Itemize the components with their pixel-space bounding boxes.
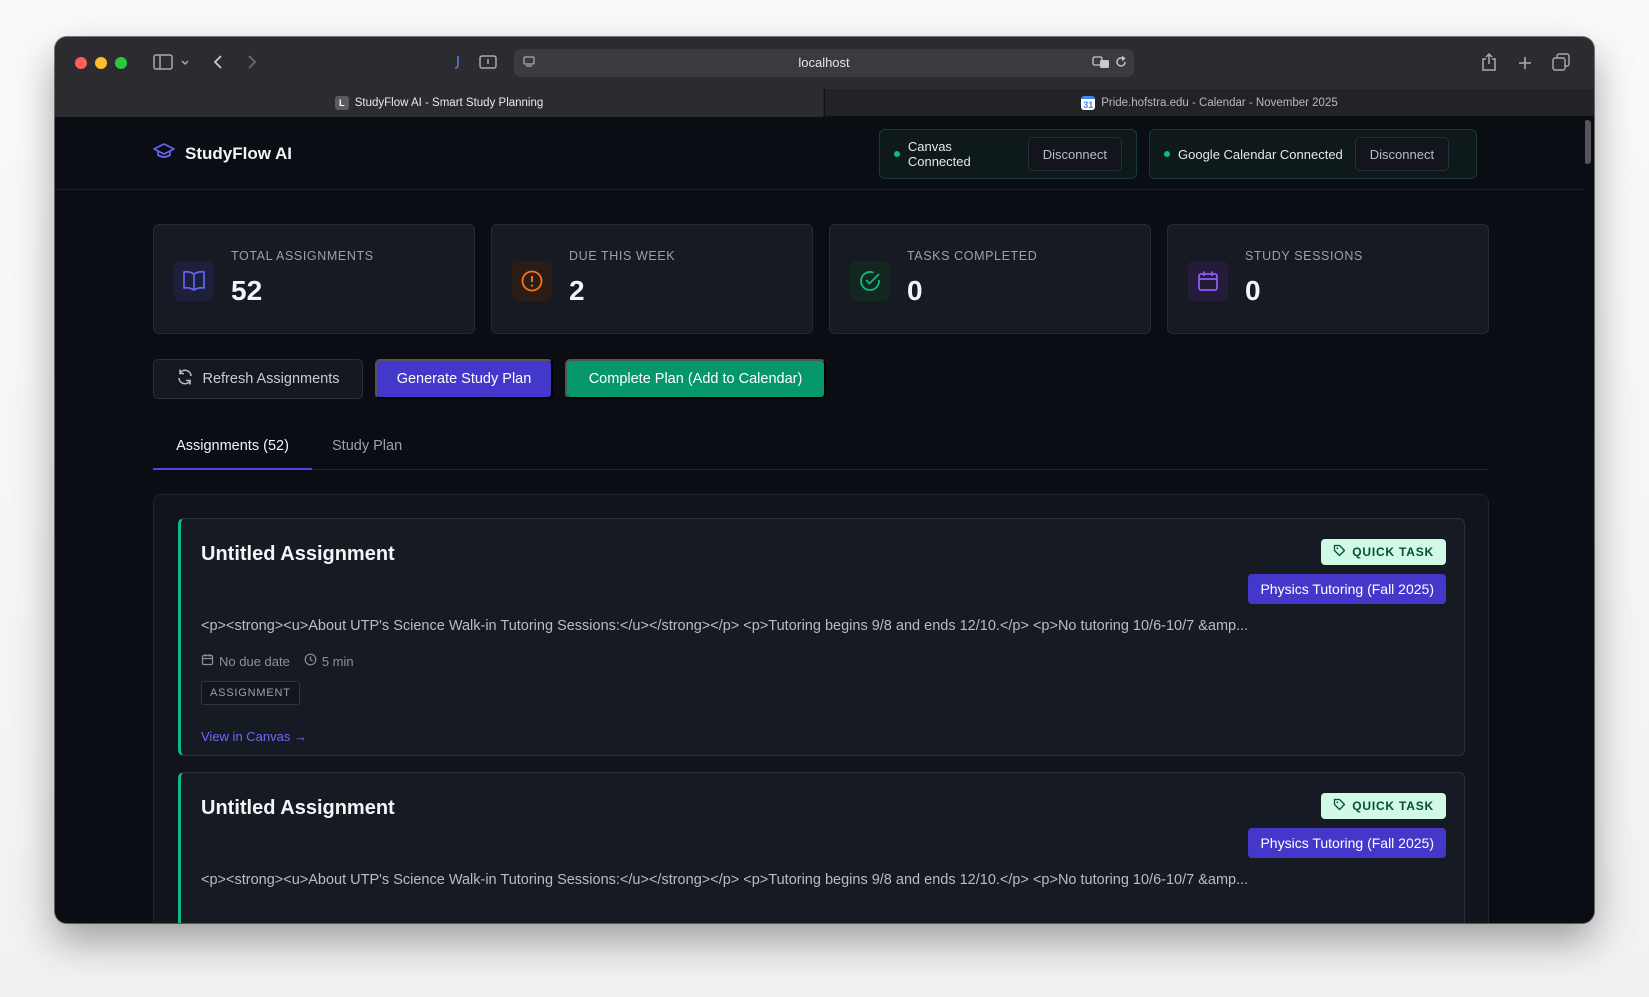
quick-task-badge: QUICK TASK — [1321, 539, 1446, 565]
button-label: Refresh Assignments — [202, 371, 340, 387]
connection-label: Canvas Connected — [907, 139, 971, 169]
duration-text: 5 min — [321, 653, 354, 669]
app-title: StudyFlow AI — [185, 143, 293, 163]
badge-label: QUICK TASK — [1352, 799, 1434, 813]
tab-overview-icon[interactable] — [1552, 53, 1570, 75]
google-calendar-favicon-icon: 31 — [1081, 96, 1096, 110]
close-window-button[interactable] — [75, 57, 87, 69]
zoom-window-button[interactable] — [115, 57, 127, 69]
book-icon — [174, 261, 214, 301]
tab-assignments[interactable]: Assignments (52) — [153, 434, 312, 470]
share-icon[interactable] — [1481, 52, 1497, 76]
check-circle-icon — [850, 261, 890, 301]
tag-icon — [1333, 798, 1346, 814]
tab-title: Pride.hofstra.edu - Calendar - November … — [1101, 97, 1338, 109]
window-controls — [75, 57, 127, 69]
badge-label: QUICK TASK — [1352, 545, 1434, 559]
new-tab-icon[interactable] — [1517, 55, 1533, 75]
stat-total-assignments: TOTAL ASSIGNMENTS 52 — [153, 224, 475, 334]
browser-tab-calendar[interactable]: 31 Pride.hofstra.edu - Calendar - Novemb… — [824, 89, 1594, 117]
view-in-canvas-link[interactable]: View in Canvas → — [201, 729, 307, 744]
course-badge: Physics Tutoring (Fall 2025) — [1248, 828, 1446, 858]
google-calendar-disconnect-button[interactable]: Disconnect — [1354, 137, 1450, 171]
canvas-disconnect-button[interactable]: Disconnect — [1027, 137, 1122, 171]
stat-value: 0 — [907, 275, 923, 306]
course-badge: Physics Tutoring (Fall 2025) — [1248, 574, 1446, 604]
assignment-list: Untitled Assignment QUICK TASK Physics T… — [153, 494, 1489, 923]
stat-label: TASKS COMPLETED — [907, 249, 1038, 263]
stat-label: STUDY SESSIONS — [1245, 249, 1363, 263]
studyflow-favicon-icon: L — [334, 96, 349, 110]
connection-label: Google Calendar Connected — [1178, 146, 1343, 162]
refresh-assignments-button[interactable]: Refresh Assignments — [153, 359, 363, 399]
stat-value: 0 — [1245, 275, 1261, 306]
page-content: StudyFlow AI Canvas Connected Disconnect… — [55, 118, 1594, 923]
forward-icon[interactable] — [246, 54, 258, 74]
assignment-title: Untitled Assignment — [201, 543, 395, 565]
browser-tab-strip: L StudyFlow AI - Smart Study Planning 31… — [55, 89, 1594, 117]
duration: 5 min — [304, 653, 354, 669]
stat-value: 2 — [569, 275, 585, 306]
status-dot — [1164, 151, 1170, 157]
calendar-icon — [1188, 261, 1228, 301]
clock-icon — [304, 653, 317, 669]
browser-window: localhost L StudyFlow AI - Smart Study P… — [55, 37, 1594, 923]
tag-icon — [1333, 544, 1346, 560]
refresh-icon — [176, 368, 194, 390]
google-calendar-connection-status: Google Calendar Connected Disconnect — [1149, 129, 1477, 179]
extension-icon[interactable] — [451, 54, 463, 74]
graduation-cap-icon — [153, 142, 175, 165]
stat-tasks-completed: TASKS COMPLETED 0 — [829, 224, 1151, 334]
tab-title: StudyFlow AI - Smart Study Planning — [354, 97, 544, 109]
tab-study-plan[interactable]: Study Plan — [324, 434, 402, 470]
browser-toolbar: localhost — [55, 37, 1594, 89]
calendar-icon — [201, 653, 214, 669]
back-icon[interactable] — [212, 54, 224, 74]
page-scrollbar[interactable] — [1584, 120, 1591, 164]
alert-circle-icon — [512, 261, 552, 301]
assignment-card[interactable]: Untitled Assignment QUICK TASK Physics T… — [178, 518, 1465, 756]
complete-plan-button[interactable]: Complete Plan (Add to Calendar) — [565, 359, 826, 399]
translate-icon[interactable] — [1092, 55, 1110, 73]
status-dot — [894, 151, 900, 157]
reader-icon[interactable] — [479, 54, 497, 74]
brand[interactable]: StudyFlow AI — [153, 142, 292, 165]
due-date: No due date — [201, 653, 290, 669]
stat-value: 52 — [231, 275, 263, 306]
reload-icon[interactable] — [1114, 55, 1128, 73]
due-date-text: No due date — [219, 653, 290, 669]
assignment-card[interactable]: Untitled Assignment QUICK TASK Physics T… — [178, 772, 1465, 923]
url-text: localhost — [798, 55, 850, 70]
app-header: StudyFlow AI Canvas Connected Disconnect… — [55, 118, 1585, 190]
assignment-title: Untitled Assignment — [201, 797, 395, 819]
stat-due-this-week: DUE THIS WEEK 2 — [491, 224, 813, 334]
address-bar[interactable]: localhost — [514, 49, 1134, 77]
browser-tab-studyflow[interactable]: L StudyFlow AI - Smart Study Planning — [55, 89, 823, 117]
stat-label: DUE THIS WEEK — [569, 249, 676, 263]
stats-row: TOTAL ASSIGNMENTS 52 DUE THIS WEEK 2 TAS… — [153, 224, 1489, 334]
assignment-type-tag: ASSIGNMENT — [201, 681, 300, 705]
chevron-down-icon[interactable] — [180, 56, 190, 72]
generate-study-plan-button[interactable]: Generate Study Plan — [375, 359, 553, 399]
stat-study-sessions: STUDY SESSIONS 0 — [1167, 224, 1489, 334]
assignment-meta: No due date 5 min — [201, 653, 354, 669]
assignment-description: <p><strong><u>About UTP's Science Walk-i… — [201, 872, 1249, 888]
stat-label: TOTAL ASSIGNMENTS — [231, 249, 374, 263]
sidebar-toggle-icon[interactable] — [153, 54, 173, 74]
minimize-window-button[interactable] — [95, 57, 107, 69]
quick-task-badge: QUICK TASK — [1321, 793, 1446, 819]
canvas-connection-status: Canvas Connected Disconnect — [879, 129, 1137, 179]
assignment-description: <p><strong><u>About UTP's Science Walk-i… — [201, 618, 1249, 634]
content-tabs: Assignments (52) Study Plan — [153, 434, 1489, 470]
